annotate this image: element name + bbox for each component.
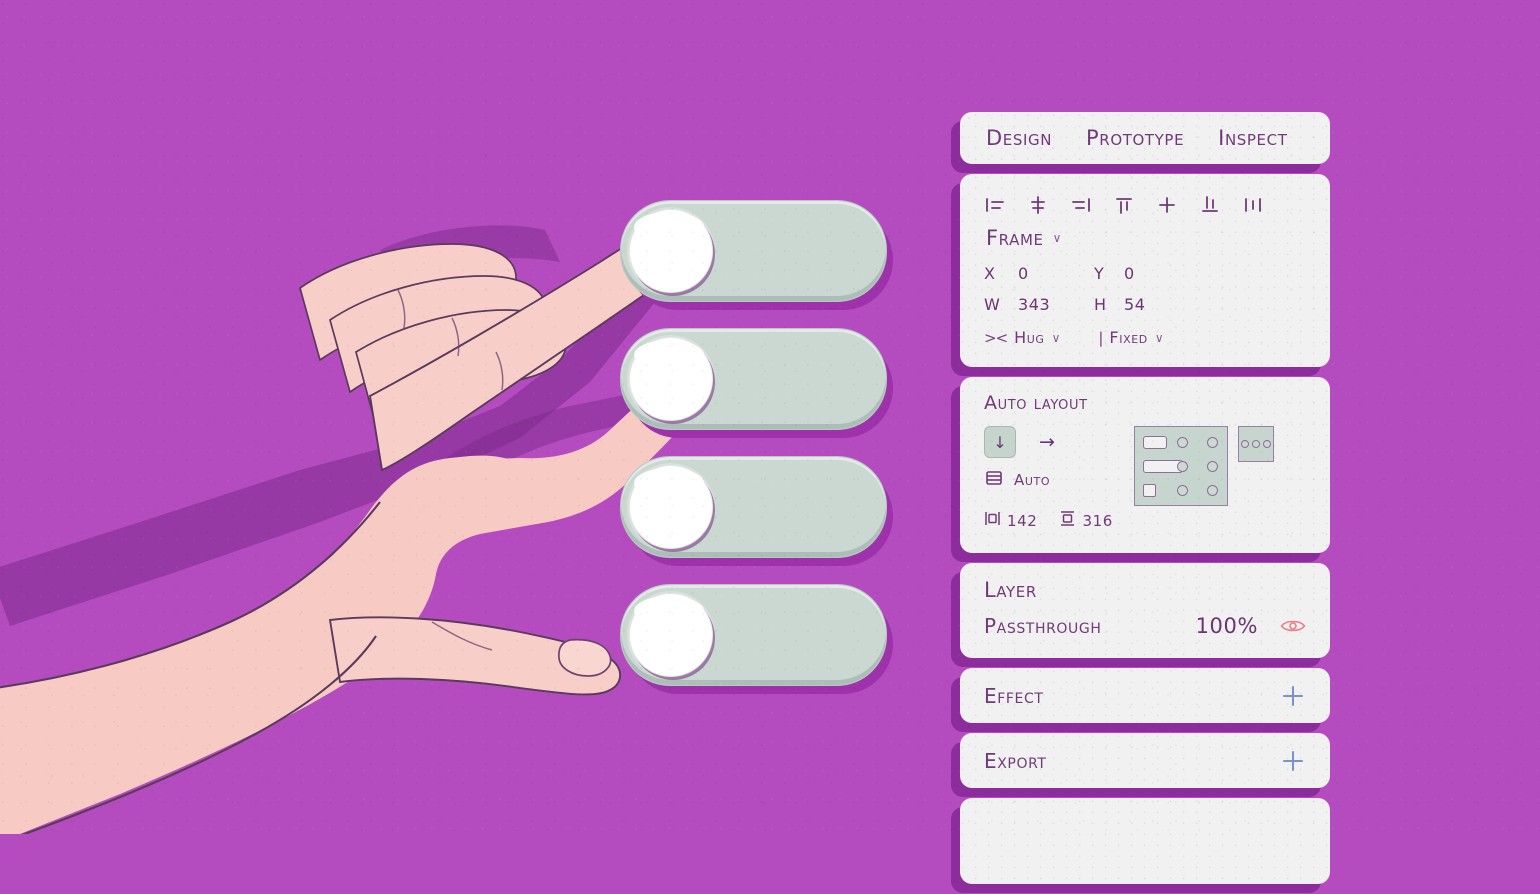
spacing-rows-icon (984, 468, 1004, 492)
arrow-down-icon: ↓ (993, 432, 1007, 452)
frame-type-selector[interactable]: Frame ∨ (986, 226, 1306, 250)
direction-vertical-button[interactable]: ↓ (984, 426, 1016, 458)
tab-prototype[interactable]: Prototype (1086, 126, 1184, 150)
alignment-toolbar (984, 190, 1306, 220)
vertical-resize-value: Fixed (1109, 328, 1148, 347)
horizontal-resize-icon: >< (984, 328, 1008, 347)
layer-panel: Layer Passthrough 100% (960, 563, 1330, 658)
baseline-dot (1241, 440, 1249, 448)
toggle-switch-4[interactable] (620, 584, 893, 694)
toggle-knob[interactable] (629, 593, 713, 677)
vertical-resizing[interactable]: | Fixed ∨ (1098, 328, 1163, 347)
padding-controls: 142 316 (984, 510, 1124, 531)
effect-panel: Effect (960, 668, 1330, 723)
horizontal-resize-value: Hug (1014, 328, 1045, 347)
alignment-grid-dot[interactable] (1207, 437, 1218, 448)
frame-properties-panel: Frame ∨ X 0 Y 0 W 343 H 54 >< Hug ∨ | Fi… (960, 174, 1330, 367)
align-left-icon[interactable] (984, 194, 1006, 216)
horizontal-padding-value: 142 (1007, 511, 1038, 530)
auto-layout-controls: ↓ → Auto 142 316 (984, 426, 1124, 531)
tab-inspect[interactable]: Inspect (1218, 126, 1287, 150)
horizontal-padding-control[interactable]: 142 (984, 510, 1037, 531)
inspector-sidebar: Design Prototype Inspect Frame ∨ X 0 Y 0… (960, 112, 1330, 894)
spacing-value: Auto (1014, 471, 1051, 489)
chevron-down-icon: ∨ (1051, 330, 1061, 345)
w-label: W (984, 295, 1001, 314)
direction-controls: ↓ → (984, 426, 1124, 458)
toggle-knob[interactable] (629, 465, 713, 549)
alignment-baseline-button[interactable] (1238, 426, 1274, 462)
toggle-switch-1[interactable] (620, 200, 893, 310)
resizing-controls: >< Hug ∨ | Fixed ∨ (984, 328, 1306, 347)
tab-design[interactable]: Design (986, 126, 1052, 150)
plus-icon[interactable] (1280, 748, 1306, 774)
alignment-grid-dot[interactable] (1207, 485, 1218, 496)
export-title: Export (984, 748, 1047, 773)
y-label: Y (1094, 264, 1105, 283)
auto-layout-panel: Auto layout ↓ → Auto 142 316 (960, 377, 1330, 553)
align-horizontal-center-icon[interactable] (1027, 194, 1049, 216)
alignment-grid-bar-top (1143, 436, 1167, 449)
x-label: X (984, 264, 996, 283)
eye-icon[interactable] (1280, 618, 1306, 634)
alignment-grid-dot[interactable] (1177, 485, 1188, 496)
vertical-resize-icon: | (1098, 328, 1103, 347)
alignment-grid-dot[interactable] (1177, 461, 1188, 472)
align-right-icon[interactable] (1070, 194, 1092, 216)
align-top-icon[interactable] (1113, 194, 1135, 216)
y-value[interactable]: 0 (1124, 264, 1194, 283)
auto-layout-title: Auto layout (984, 392, 1088, 414)
toggle-switch-3[interactable] (620, 456, 893, 566)
chevron-down-icon: ∨ (1052, 231, 1062, 245)
alignment-grid[interactable] (1134, 426, 1228, 506)
vertical-padding-control[interactable]: 316 (1059, 510, 1112, 531)
distribute-icon[interactable] (1242, 194, 1264, 216)
opacity-value[interactable]: 100% (1196, 614, 1258, 638)
export-panel: Export (960, 733, 1330, 788)
align-bottom-icon[interactable] (1199, 194, 1221, 216)
alignment-grid-bar-bottom (1143, 484, 1156, 497)
inspector-tabs: Design Prototype Inspect (960, 112, 1330, 164)
arrow-right-icon: → (1039, 431, 1055, 453)
baseline-dot (1263, 440, 1271, 448)
frame-type-label: Frame (986, 226, 1044, 250)
dimensions-grid: X 0 Y 0 W 343 H 54 (984, 264, 1306, 314)
layer-title: Layer (984, 578, 1037, 602)
toggle-knob[interactable] (629, 337, 713, 421)
plus-icon[interactable] (1280, 683, 1306, 709)
h-value[interactable]: 54 (1124, 295, 1194, 314)
x-value[interactable]: 0 (1018, 264, 1094, 283)
effect-title: Effect (984, 683, 1044, 708)
toggle-switch-list (620, 200, 910, 694)
blend-mode-selector[interactable]: Passthrough (984, 614, 1196, 638)
alignment-grid-dot[interactable] (1177, 437, 1188, 448)
align-vertical-center-icon[interactable] (1156, 194, 1178, 216)
toggle-knob[interactable] (629, 209, 713, 293)
vertical-padding-value: 316 (1082, 511, 1113, 530)
baseline-dot (1252, 440, 1260, 448)
auto-layout-body: ↓ → Auto 142 316 (984, 426, 1306, 531)
spacing-control[interactable]: Auto (984, 468, 1124, 492)
horizontal-resizing[interactable]: >< Hug ∨ (984, 328, 1060, 347)
layer-controls: Passthrough 100% (984, 614, 1306, 638)
vertical-padding-icon (1059, 510, 1076, 531)
direction-horizontal-button[interactable]: → (1034, 429, 1060, 455)
empty-panel (960, 798, 1330, 884)
horizontal-padding-icon (984, 510, 1001, 531)
h-label: H (1094, 295, 1107, 314)
chevron-down-icon: ∨ (1154, 330, 1164, 345)
alignment-grid-dot[interactable] (1207, 461, 1218, 472)
w-value[interactable]: 343 (1018, 295, 1094, 314)
toggle-switch-2[interactable] (620, 328, 893, 438)
